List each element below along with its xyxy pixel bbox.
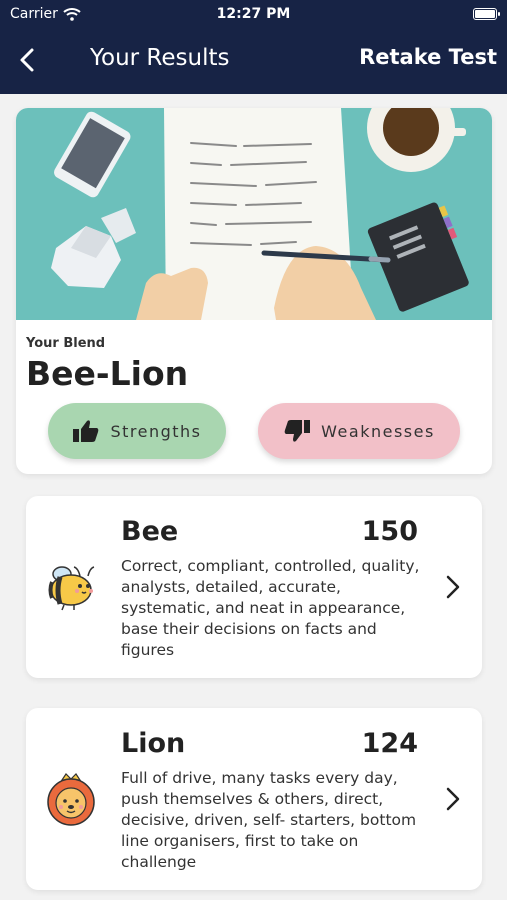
bee-icon [48, 566, 95, 611]
result-description: Correct, compliant, controlled, quality,… [121, 557, 420, 659]
hero-illustration [16, 108, 492, 320]
result-name: Bee [121, 516, 179, 547]
back-button[interactable] [16, 46, 40, 74]
result-name: Lion [121, 728, 186, 759]
result-card-bee[interactable]: Bee 150 Correct, compliant, controlled, … [26, 496, 482, 678]
result-score: 124 [361, 728, 418, 759]
chevron-right-icon[interactable] [446, 787, 460, 811]
blend-card: Your Blend Bee-Lion Strengths Weaknesses [16, 108, 492, 474]
weaknesses-label: Weaknesses [321, 421, 435, 441]
battery-icon [473, 8, 500, 20]
top-bar: Carrier 12:27 PM Your Results Retake Tes… [0, 0, 507, 94]
weaknesses-button[interactable]: Weaknesses [258, 403, 460, 459]
thumbs-down-icon [284, 420, 311, 442]
lion-icon [47, 773, 95, 826]
status-bar: Carrier 12:27 PM [0, 4, 507, 24]
chevron-right-icon[interactable] [446, 575, 460, 599]
result-description: Full of drive, many tasks every day, pus… [121, 769, 417, 871]
strengths-button[interactable]: Strengths [48, 403, 226, 459]
result-card-lion[interactable]: Lion 124 Full of drive, many tasks every… [26, 708, 482, 890]
page-title: Your Results [90, 45, 230, 71]
navigation-bar: Your Results Retake Test [0, 40, 507, 80]
retake-test-button[interactable]: Retake Test [359, 45, 497, 69]
status-time: 12:27 PM [216, 6, 291, 22]
strengths-label: Strengths [110, 421, 202, 441]
blend-name: Bee-Lion [26, 354, 189, 393]
blend-label: Your Blend [26, 336, 106, 351]
thumbs-up-icon [73, 420, 99, 442]
result-score: 150 [361, 516, 418, 547]
